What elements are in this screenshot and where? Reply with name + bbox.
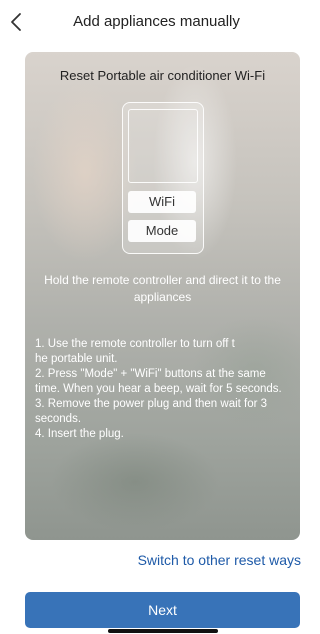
reset-illustration-card: Reset Portable air conditioner Wi-Fi WiF… [25, 52, 300, 540]
remote-screen [128, 109, 198, 183]
next-button[interactable]: Next [25, 592, 300, 628]
header-bar: Add appliances manually [0, 0, 313, 46]
reset-steps: 1. Use the remote controller to turn off… [35, 338, 282, 440]
switch-reset-ways-link[interactable]: Switch to other reset ways [138, 552, 301, 568]
page-title: Add appliances manually [73, 13, 240, 30]
chevron-left-icon [11, 13, 21, 31]
back-button[interactable] [6, 10, 28, 34]
card-title: Reset Portable air conditioner Wi-Fi [59, 68, 266, 83]
home-indicator [108, 629, 218, 633]
wifi-button[interactable]: WiFi [128, 191, 196, 213]
mode-button[interactable]: Mode [128, 220, 196, 242]
remote-controller-illustration: WiFi Mode [122, 102, 204, 254]
instruction-hint: Hold the remote controller and direct it… [44, 273, 281, 304]
